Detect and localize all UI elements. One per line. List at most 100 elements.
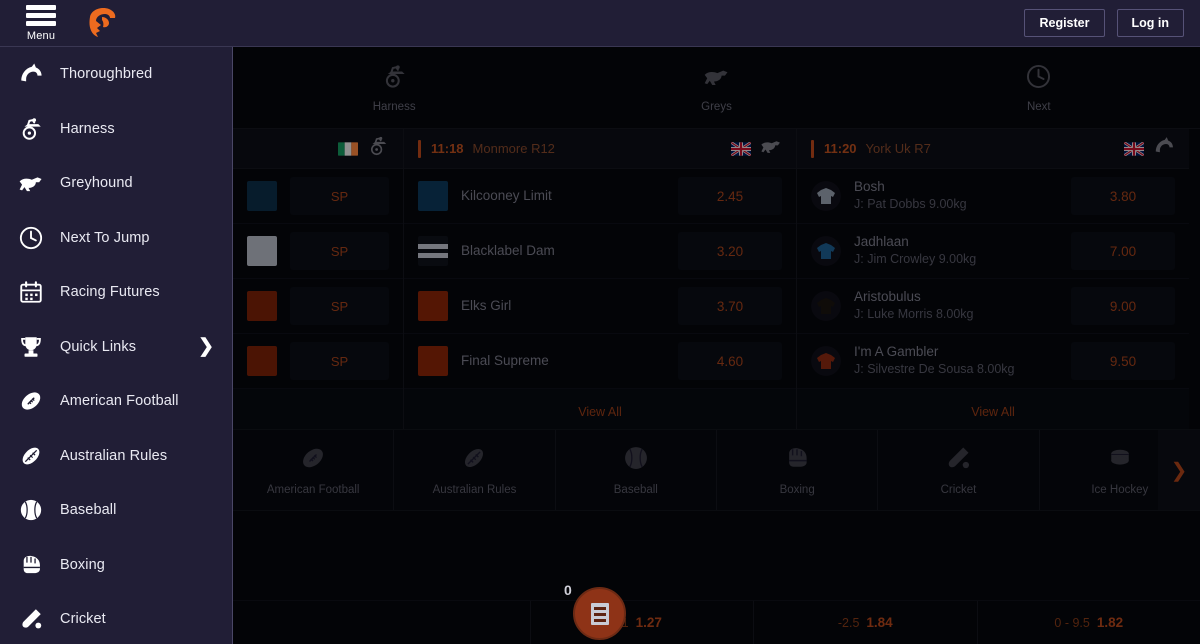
sidebar-item-racing-futures[interactable]: Racing Futures <box>0 265 232 320</box>
menu-button[interactable]: Menu <box>16 4 66 42</box>
sidebar-item-label: Baseball <box>60 502 117 519</box>
market-line: 0 - 9.5 <box>1054 615 1090 630</box>
sport-item-boxing[interactable]: Boxing <box>717 430 879 510</box>
runner-row[interactable]: Aristobulus J: Luke Morris 8.00kg 9.00 <box>797 279 1189 334</box>
greyhound-icon <box>760 135 782 162</box>
view-all-button[interactable]: View All <box>404 389 796 434</box>
sports-next-button[interactable]: ❯ <box>1158 430 1200 510</box>
runner-odds-button[interactable]: 3.80 <box>1071 177 1175 215</box>
race-card-header[interactable]: 11:18 Monmore R12 <box>404 129 796 169</box>
runner-info: Aristobulus J: Luke Morris 8.00kg <box>854 289 974 322</box>
runner-row[interactable]: Bosh J: Pat Dobbs 9.00kg 3.80 <box>797 169 1189 224</box>
sidebar-item-greyhound[interactable]: Greyhound <box>0 156 232 211</box>
chevron-right-icon[interactable]: ❯ <box>198 337 214 356</box>
tab-next[interactable]: Next <box>878 63 1200 113</box>
market-odds-button[interactable]: 1 1.27 <box>529 600 753 644</box>
sidebar-item-label: Australian Rules <box>60 447 168 464</box>
jockey-head-logo[interactable] <box>82 3 122 43</box>
runner-name: I'm A Gambler <box>854 344 939 360</box>
baseball-icon <box>18 497 54 523</box>
runner-odds-button[interactable]: SP <box>290 287 389 325</box>
runner-odds-button[interactable]: 7.00 <box>1071 232 1175 270</box>
american-football-icon <box>299 444 327 477</box>
aussie-rules-ball-icon <box>460 444 488 477</box>
harness-sulky-icon <box>18 116 54 142</box>
sidebar-item-label: Cricket <box>60 611 106 628</box>
runner-odds-button[interactable]: SP <box>290 342 389 380</box>
boxing-glove-icon <box>783 444 811 477</box>
runner-odds-button[interactable]: 4.60 <box>678 342 782 380</box>
runner-odds-button[interactable]: 9.50 <box>1071 342 1175 380</box>
market-line: -2.5 <box>837 615 860 630</box>
greyhound-icon <box>703 63 730 95</box>
clock-icon <box>1025 63 1052 95</box>
main-bottom-spacer <box>233 511 1200 593</box>
header-accent-bar <box>811 139 814 158</box>
market-odds-button[interactable]: -2.5 1.84 <box>753 600 976 644</box>
runner-row[interactable]: Elks Girl 3.70 <box>404 279 796 334</box>
runner-row[interactable]: Kilcooney Limit 2.45 <box>404 169 796 224</box>
sidebar-item-quick-links[interactable]: Quick Links ❯ <box>0 320 232 375</box>
american-football-icon <box>18 388 54 414</box>
login-button[interactable]: Log in <box>1116 9 1184 37</box>
sidebar-item-harness[interactable]: Harness <box>0 102 232 157</box>
race-card: SP SP SP SP <box>233 129 403 429</box>
runner-row[interactable]: SP <box>233 334 403 389</box>
runner-row[interactable]: SP <box>233 224 403 279</box>
sidebar-item-american-football[interactable]: American Football <box>0 374 232 429</box>
race-header-icons <box>1124 135 1175 162</box>
tab-greys[interactable]: Greys <box>555 63 877 113</box>
sport-item-cricket[interactable]: Cricket <box>878 430 1040 510</box>
sidebar-item-australian-rules[interactable]: Australian Rules <box>0 429 232 484</box>
market-odds-button[interactable]: 0 - 9.5 1.82 <box>976 600 1200 644</box>
market-odds: 1.82 <box>1096 615 1124 630</box>
runner-silk-icon <box>247 291 277 321</box>
harness-sulky-icon <box>381 63 408 95</box>
tab-label: Harness <box>372 100 416 113</box>
runner-odds-button[interactable]: 3.70 <box>678 287 782 325</box>
runner-odds-button[interactable]: SP <box>290 177 389 215</box>
runner-odds-button[interactable]: 3.20 <box>678 232 782 270</box>
runner-row[interactable]: Blacklabel Dam 3.20 <box>404 224 796 279</box>
runner-odds-button[interactable]: SP <box>290 232 389 270</box>
sidebar-item-baseball[interactable]: Baseball <box>0 483 232 538</box>
runner-info: Final Supreme <box>461 353 549 370</box>
betslip-button[interactable]: 0 <box>564 582 626 640</box>
sport-item-australian-rules[interactable]: Australian Rules <box>394 430 556 510</box>
runner-row[interactable]: I'm A Gambler J: Silvestre De Sousa 8.00k… <box>797 334 1189 389</box>
uk-flag-icon <box>1124 141 1144 156</box>
tab-harness[interactable]: Harness <box>233 63 555 113</box>
sidebar-item-boxing[interactable]: Boxing <box>0 538 232 593</box>
runner-silk-icon <box>418 346 448 376</box>
sidebar-item-cricket[interactable]: Cricket <box>0 592 232 644</box>
runner-info: Elks Girl <box>461 298 511 315</box>
sport-item-baseball[interactable]: Baseball <box>556 430 717 510</box>
view-all-button[interactable]: View All <box>797 389 1189 434</box>
race-type-tabs: Harness Greys Next <box>233 47 1200 129</box>
race-header-icons <box>731 135 782 162</box>
sidebar-item-thoroughbred[interactable]: Thoroughbred <box>0 47 232 102</box>
sport-item-american-football[interactable]: American Football <box>233 430 395 510</box>
sidebar-item-label: Greyhound <box>60 175 133 192</box>
race-name: Monmore R12 <box>472 141 555 156</box>
race-card-header[interactable] <box>233 129 403 169</box>
betslip-receipt-icon <box>590 602 609 625</box>
runner-row[interactable]: SP <box>233 169 403 224</box>
sidebar[interactable]: Thoroughbred Harness Greyhound Next To Jump… <box>0 47 233 644</box>
cricket-bat-icon <box>18 606 54 632</box>
runner-row[interactable]: Final Supreme 4.60 <box>404 334 796 389</box>
runner-row[interactable]: SP <box>233 279 403 334</box>
register-button[interactable]: Register <box>1024 9 1105 37</box>
top-bar-actions: Register Log in <box>1024 9 1184 37</box>
runner-odds-button[interactable]: 2.45 <box>678 177 782 215</box>
runner-odds-button[interactable]: 9.00 <box>1071 287 1175 325</box>
race-card-header[interactable]: 11:20 York Uk R7 <box>797 129 1189 169</box>
runner-info: Blacklabel Dam <box>461 243 555 260</box>
runner-silk-icon <box>247 346 277 376</box>
ice-hockey-puck-icon <box>1106 444 1134 477</box>
runner-name: Kilcooney Limit <box>461 187 552 203</box>
runner-row[interactable]: Jadhlaan J: Jim Crowley 9.00kg 7.00 <box>797 224 1189 279</box>
runner-silk-icon <box>247 236 277 266</box>
view-all-button[interactable] <box>233 389 403 429</box>
sidebar-item-next-to-jump[interactable]: Next To Jump <box>0 211 232 266</box>
